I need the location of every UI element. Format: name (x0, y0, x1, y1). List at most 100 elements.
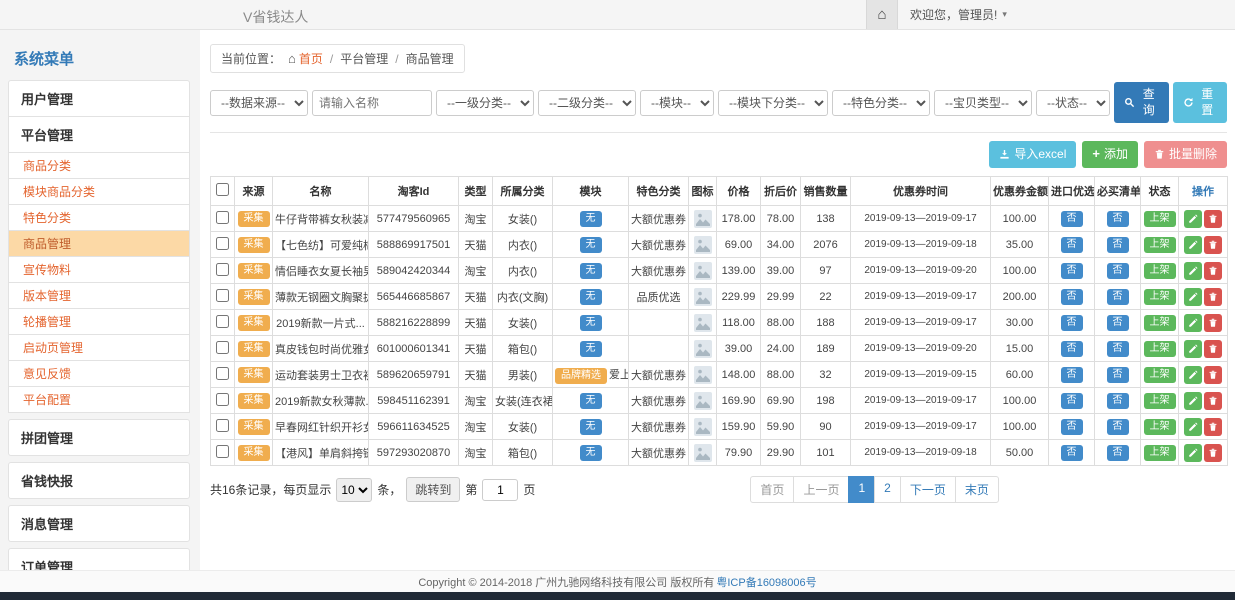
sidebar-item[interactable]: 平台配置 (8, 386, 190, 413)
filter-select[interactable]: --一级分类-- (436, 90, 534, 116)
sidebar-item[interactable]: 拼团管理 (8, 419, 190, 456)
app-title: V省钱达人 (243, 7, 308, 27)
home-button[interactable]: ⌂ (866, 0, 898, 29)
sidebar-item[interactable]: 特色分类 (8, 204, 190, 231)
sidebar-item[interactable]: 意见反馈 (8, 360, 190, 387)
icp-link[interactable]: 粤ICP备16098006号 (716, 574, 816, 590)
delete-button[interactable] (1204, 366, 1222, 384)
sidebar-item[interactable]: 用户管理 (8, 80, 190, 117)
table-cell: 上架 (1141, 440, 1179, 466)
page-button[interactable]: 下一页 (900, 476, 956, 503)
table-cell (1179, 258, 1228, 284)
page-button[interactable]: 上一页 (793, 476, 849, 503)
jump-button[interactable]: 跳转到 (406, 477, 460, 502)
edit-button[interactable] (1184, 210, 1202, 228)
row-checkbox[interactable] (216, 341, 229, 354)
delete-button[interactable] (1204, 288, 1222, 306)
delete-button[interactable] (1204, 262, 1222, 280)
page-button[interactable]: 末页 (955, 476, 999, 503)
delete-button[interactable] (1204, 392, 1222, 410)
delete-button[interactable] (1204, 210, 1222, 228)
row-checkbox[interactable] (216, 237, 229, 250)
copyright-text: Copyright © 2014-2018 广州九驰网络科技有限公司 版权所有 (418, 574, 714, 590)
sidebar-item[interactable]: 平台管理 (8, 116, 190, 153)
sidebar-item[interactable]: 版本管理 (8, 282, 190, 309)
table-cell: 否 (1095, 232, 1141, 258)
sidebar-item[interactable]: 启动页管理 (8, 334, 190, 361)
breadcrumb: 当前位置： ⌂ 首页 / 平台管理 / 商品管理 (210, 44, 465, 73)
filter-select[interactable]: --数据来源-- (210, 90, 308, 116)
import-select-badge: 否 (1061, 237, 1083, 253)
sidebar-item[interactable]: 模块商品分类 (8, 178, 190, 205)
products-table: 来源名称淘客Id类型所属分类模块特色分类图标价格折后价销售数量优惠券时间优惠券金… (210, 176, 1228, 466)
sidebar-item[interactable]: 省钱快报 (8, 462, 190, 499)
batch-delete-button[interactable]: 批量删除 (1144, 141, 1227, 168)
table-cell (211, 414, 235, 440)
sidebar-item[interactable]: 商品分类 (8, 152, 190, 179)
table-cell: 大额优惠券 (629, 362, 689, 388)
module-badge: 无 (580, 419, 602, 435)
table-cell: 否 (1049, 440, 1095, 466)
delete-button[interactable] (1204, 418, 1222, 436)
row-checkbox[interactable] (216, 419, 229, 432)
filter-select[interactable]: --模块下分类-- (718, 90, 828, 116)
table-cell: 59.90 (761, 414, 801, 440)
add-button[interactable]: + 添加 (1082, 141, 1138, 168)
row-checkbox[interactable] (216, 393, 229, 406)
reset-button[interactable]: 重置 (1173, 82, 1228, 123)
delete-button[interactable] (1204, 314, 1222, 332)
column-header: 价格 (717, 177, 761, 206)
page-button[interactable]: 2 (874, 476, 901, 503)
edit-button[interactable] (1184, 314, 1202, 332)
source-badge: 采集 (238, 393, 270, 409)
edit-button[interactable] (1184, 262, 1202, 280)
delete-button[interactable] (1204, 444, 1222, 462)
sidebar-item[interactable]: 商品管理 (8, 230, 190, 257)
module-badge: 无 (580, 237, 602, 253)
module-badge: 无 (580, 289, 602, 305)
edit-button[interactable] (1184, 392, 1202, 410)
row-checkbox[interactable] (216, 367, 229, 380)
user-menu[interactable]: 欢迎您，管理员! ▾ (898, 0, 1019, 29)
breadcrumb-home-link[interactable]: ⌂ 首页 (288, 50, 323, 67)
sidebar-item[interactable]: 轮播管理 (8, 308, 190, 335)
row-checkbox[interactable] (216, 445, 229, 458)
edit-button[interactable] (1184, 366, 1202, 384)
delete-button[interactable] (1204, 340, 1222, 358)
select-all-checkbox[interactable] (216, 183, 229, 196)
import-excel-label: 导入excel (1014, 147, 1066, 163)
table-cell: 2019-09-13—2019-09-18 (851, 232, 991, 258)
row-checkbox[interactable] (216, 263, 229, 276)
search-button[interactable]: 查询 (1114, 82, 1169, 123)
sidebar-item[interactable]: 宣传物料 (8, 256, 190, 283)
page-input[interactable] (482, 479, 518, 501)
page-button[interactable]: 1 (848, 476, 875, 503)
row-checkbox[interactable] (216, 289, 229, 302)
source-badge: 采集 (238, 445, 270, 461)
edit-button[interactable] (1184, 444, 1202, 462)
per-page-select[interactable]: 10 (336, 478, 372, 502)
edit-button[interactable] (1184, 340, 1202, 358)
filter-select[interactable]: --宝贝类型-- (934, 90, 1032, 116)
table-cell: 无 (553, 206, 629, 232)
edit-button[interactable] (1184, 236, 1202, 254)
edit-button[interactable] (1184, 288, 1202, 306)
delete-button[interactable] (1204, 236, 1222, 254)
filter-select[interactable]: --状态-- (1036, 90, 1110, 116)
table-cell (689, 336, 717, 362)
page-button[interactable]: 首页 (750, 476, 794, 503)
filter-select[interactable]: --模块-- (640, 90, 714, 116)
breadcrumb-item: 平台管理 (340, 50, 388, 67)
filter-select[interactable]: --二级分类-- (538, 90, 636, 116)
edit-button[interactable] (1184, 418, 1202, 436)
filter-name-input[interactable] (312, 90, 432, 116)
table-cell: 男装() (493, 362, 553, 388)
product-thumbnail (694, 444, 712, 462)
table-cell: 否 (1049, 388, 1095, 414)
import-excel-button[interactable]: 导入excel (989, 141, 1076, 168)
filter-select[interactable]: --特色分类-- (832, 90, 930, 116)
row-checkbox[interactable] (216, 315, 229, 328)
row-checkbox[interactable] (216, 211, 229, 224)
table-cell: 采集 (235, 336, 273, 362)
sidebar-item[interactable]: 消息管理 (8, 505, 190, 542)
